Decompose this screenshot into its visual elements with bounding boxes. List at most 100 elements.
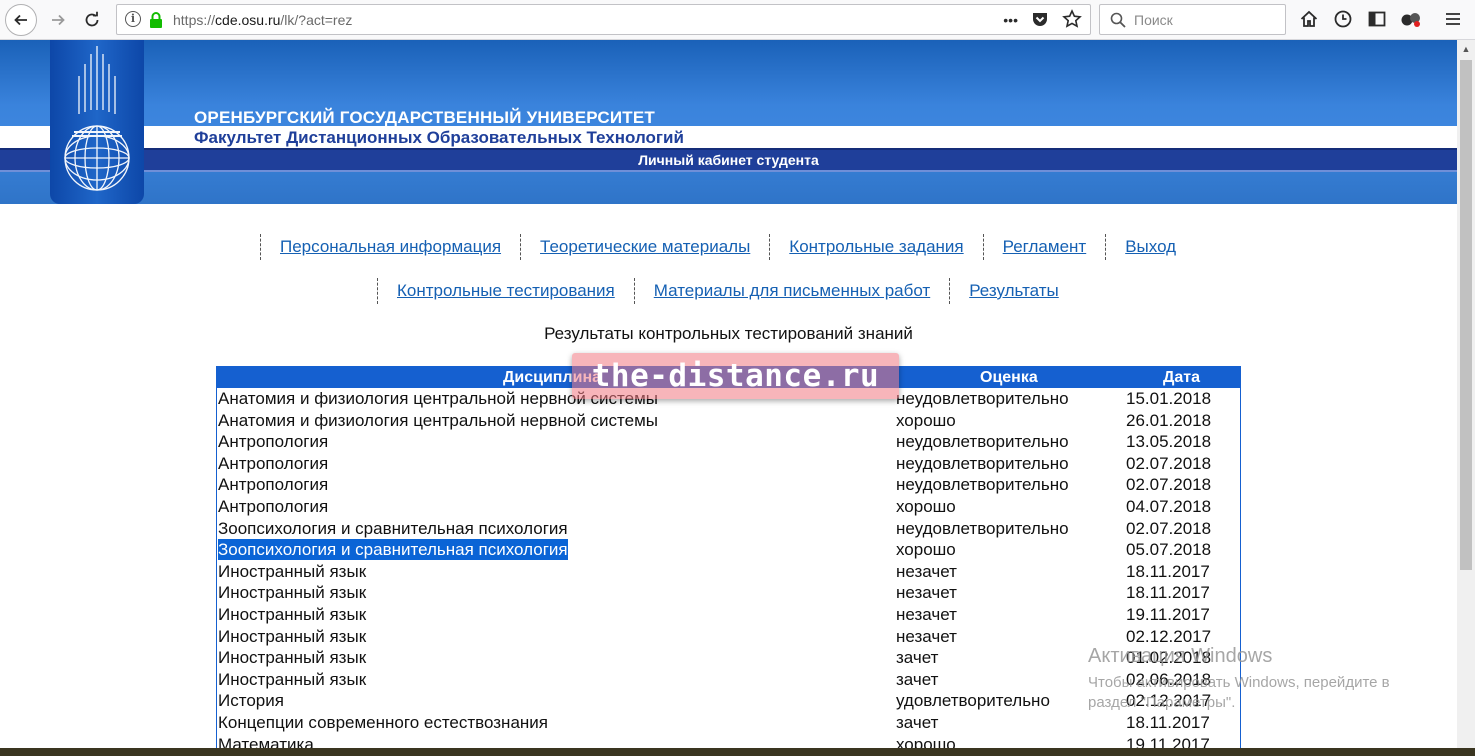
grade-cell: незачет xyxy=(896,583,957,603)
date-cell: 02.07.2018 xyxy=(1126,453,1212,473)
sidebar-button[interactable] xyxy=(1364,6,1390,32)
date-cell: 05.07.2018 xyxy=(1126,540,1212,560)
grade-cell: незачет xyxy=(896,604,957,624)
pocket-icon[interactable] xyxy=(1030,9,1050,29)
discipline-cell: Антропология xyxy=(218,453,329,473)
menu-separator xyxy=(769,234,771,260)
url-text: https://cde.osu.ru/lk/?act=rez xyxy=(173,12,353,28)
menu-separator xyxy=(633,278,635,304)
university-name: ОРЕНБУРГСКИЙ ГОСУДАРСТВЕННЫЙ УНИВЕРСИТЕТ xyxy=(194,108,656,127)
grade-cell: неудовлетворительно xyxy=(896,389,1069,408)
discipline-cell: Иностранный язык xyxy=(218,604,367,624)
scroll-thumb[interactable] xyxy=(1460,60,1472,570)
discipline-cell: История xyxy=(218,691,284,711)
sidebar-icon xyxy=(1368,11,1386,27)
table-row: Антропология неудовлетворительно 02.07.201… xyxy=(217,453,1240,475)
date-cell: 02.07.2018 xyxy=(1126,475,1212,495)
discipline-cell: Иностранный язык xyxy=(218,561,367,581)
bookmark-star-icon[interactable] xyxy=(1062,9,1082,29)
discipline-cell: Антропология xyxy=(218,475,329,495)
discipline-cell: Анатомия и физиология центральной нервно… xyxy=(218,410,658,430)
page-title: Результаты контрольных тестирований знан… xyxy=(544,324,913,343)
extension-button[interactable] xyxy=(1398,6,1424,32)
table-row: История удовлетворительно 02.12.2017 xyxy=(217,690,1240,712)
search-input[interactable]: Поиск xyxy=(1134,12,1173,28)
date-cell: 15.01.2018 xyxy=(1126,389,1212,408)
address-bar[interactable]: i https://cde.osu.ru/lk/?act=rez ••• xyxy=(116,4,1091,35)
discipline-cell: Иностранный язык xyxy=(218,583,367,603)
menu-link-regulations[interactable]: Регламент xyxy=(1003,237,1087,257)
menu-separator xyxy=(1105,234,1107,260)
grade-cell: неудовлетворительно xyxy=(896,432,1069,452)
date-cell: 26.01.2018 xyxy=(1126,410,1212,430)
menu-link-tests[interactable]: Контрольные тестирования xyxy=(397,281,615,301)
menu-link-personal-info[interactable]: Персональная информация xyxy=(280,237,501,257)
grade-cell: хорошо xyxy=(896,540,956,560)
url-actions: ••• xyxy=(1003,9,1082,31)
date-cell: 19.11.2017 xyxy=(1126,604,1210,624)
date-cell: 18.11.2017 xyxy=(1126,712,1210,732)
grade-cell: незачет xyxy=(896,626,957,646)
discipline-cell: Иностранный язык xyxy=(218,669,367,689)
reload-icon xyxy=(85,11,99,27)
column-header-grade: Оценка xyxy=(980,369,1038,386)
reload-button[interactable] xyxy=(77,5,107,35)
scroll-up-icon[interactable]: ▲ xyxy=(1457,40,1475,58)
discipline-cell: Зоопсихология и сравнительная психология xyxy=(218,539,568,561)
windows-taskbar xyxy=(0,748,1475,756)
discipline-cell: Антропология xyxy=(218,496,329,516)
back-button[interactable] xyxy=(5,4,37,36)
menu-separator xyxy=(260,234,261,260)
discipline-cell: Иностранный язык xyxy=(218,648,367,668)
table-row: Анатомия и физиология центральной нервно… xyxy=(217,410,1240,432)
search-bar[interactable]: Поиск xyxy=(1099,4,1286,35)
table-row: Иностранный язык зачет 01.02.2018 xyxy=(217,647,1240,669)
menu-link-assignments[interactable]: Контрольные задания xyxy=(789,237,963,257)
date-cell: 02.12.2017 xyxy=(1126,691,1212,711)
table-row: Зоопсихология и сравнительная психология… xyxy=(217,539,1240,561)
grade-cell: зачет xyxy=(896,648,939,668)
table-row: Антропология хорошо 04.07.2018 xyxy=(217,496,1240,518)
clock-icon xyxy=(1334,10,1352,28)
home-icon xyxy=(1300,10,1318,27)
browser-toolbar: i https://cde.osu.ru/lk/?act=rez ••• Пои… xyxy=(0,0,1475,40)
page-actions-menu-icon[interactable]: ••• xyxy=(1003,9,1018,31)
lock-icon xyxy=(150,12,162,28)
menu-separator xyxy=(520,234,522,260)
forward-button[interactable] xyxy=(43,5,73,35)
discipline-cell: Зоопсихология и сравнительная психология xyxy=(218,518,568,538)
menu-link-logout[interactable]: Выход xyxy=(1125,237,1176,257)
date-cell: 18.11.2017 xyxy=(1126,583,1210,603)
search-icon xyxy=(1110,12,1126,28)
grade-cell: незачет xyxy=(896,561,957,581)
table-body: Анатомия и физиология центральной нервно… xyxy=(217,388,1240,755)
menu-separator xyxy=(949,278,951,304)
history-button[interactable] xyxy=(1330,6,1356,32)
table-row: Антропология неудовлетворительно 02.07.201… xyxy=(217,474,1240,496)
table-row: Зоопсихология и сравнительная психология… xyxy=(217,518,1240,540)
menu-link-theory-materials[interactable]: Теоретические материалы xyxy=(540,237,750,257)
date-cell: 02.12.2017 xyxy=(1126,626,1212,646)
table-row: Иностранный язык незачет 19.11.2017 xyxy=(217,604,1240,626)
column-header-date: Дата xyxy=(1163,369,1201,386)
grade-cell: зачет xyxy=(896,712,939,732)
home-button[interactable] xyxy=(1296,6,1322,32)
cabinet-title: Личный кабинет студента xyxy=(638,152,819,168)
results-table: Дисциплина Оценка Дата Анатомия и физиол… xyxy=(216,366,1241,756)
grade-cell: неудовлетворительно xyxy=(896,453,1069,473)
table-row: Иностранный язык незачет 18.11.2017 xyxy=(217,561,1240,583)
table-row: Антропология неудовлетворительно 13.05.201… xyxy=(217,431,1240,453)
menu-link-written-materials[interactable]: Материалы для письменных работ xyxy=(654,281,930,301)
university-logo xyxy=(50,40,144,204)
table-row: Концепции современного естествознания зач… xyxy=(217,712,1240,734)
extension-icon xyxy=(1401,13,1420,27)
date-cell: 13.05.2018 xyxy=(1126,432,1212,452)
table-row: Иностранный язык незачет 02.12.2017 xyxy=(217,626,1240,648)
hamburger-menu-button[interactable] xyxy=(1440,6,1466,32)
date-cell: 01.02.2018 xyxy=(1126,648,1212,668)
page-scrollbar[interactable]: ▲ xyxy=(1457,40,1475,748)
discipline-cell: Антропология xyxy=(218,432,329,452)
menu-link-results[interactable]: Результаты xyxy=(969,281,1059,301)
info-icon[interactable]: i xyxy=(125,11,141,27)
main-menu-row-1: Персональная информация Теоретические ма… xyxy=(241,234,1176,260)
